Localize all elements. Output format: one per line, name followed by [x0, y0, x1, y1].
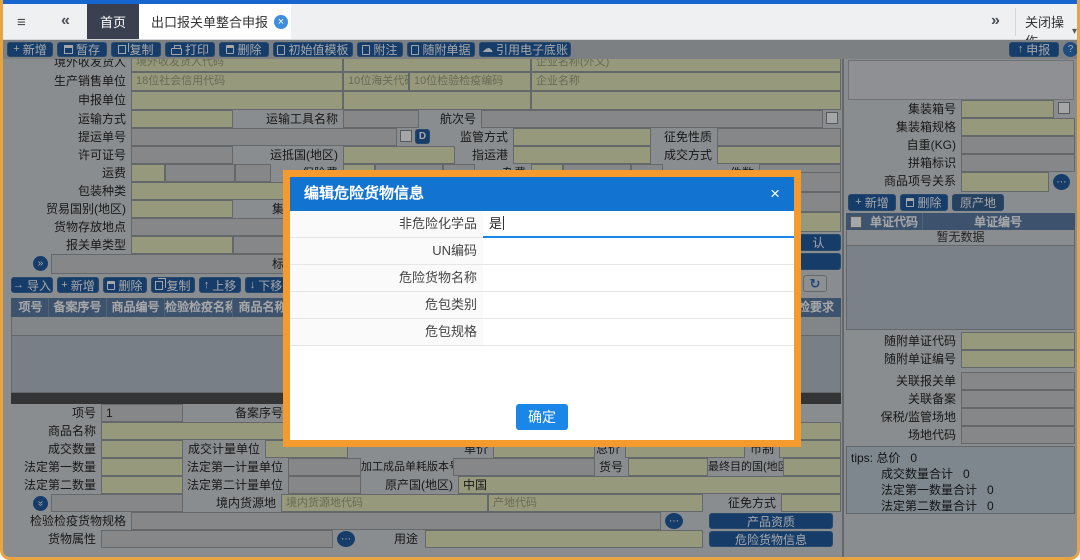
danger-pack-type-label: 危包类别 [290, 292, 483, 319]
tab-home-label: 首页 [100, 12, 126, 31]
tab-home[interactable]: 首页 [87, 4, 139, 39]
chevron-down-icon: ▾ [1072, 26, 1077, 37]
dangerous-goods-dialog: 编辑危险货物信息 × 非危险化学品 是 UN编码 危险货物名称 危包类别 危包规… [283, 170, 801, 447]
tab-bar: ≡ « 首页 出口报关单整合申报 × » 关闭操作 ▾ [3, 4, 1077, 40]
confirm-button[interactable]: 确定 [516, 404, 568, 430]
un-code-input[interactable] [483, 238, 794, 265]
tabbar-divider [1015, 8, 1016, 36]
scroll-tabs-left-icon[interactable]: « [61, 13, 70, 29]
danger-pack-spec-label: 危包规格 [290, 319, 483, 346]
text-caret [503, 216, 504, 230]
tab-close-icon[interactable]: × [274, 15, 288, 29]
danger-pack-spec-input[interactable] [483, 319, 794, 346]
danger-pack-type-input[interactable] [483, 292, 794, 319]
menu-icon[interactable]: ≡ [17, 15, 26, 30]
danger-name-input[interactable] [483, 265, 794, 292]
dialog-titlebar[interactable]: 编辑危险货物信息 × [290, 177, 794, 211]
danger-name-label: 危险货物名称 [290, 265, 483, 292]
non-dangerous-input[interactable]: 是 [483, 211, 794, 238]
tab-declaration-label: 出口报关单整合申报 [151, 12, 268, 31]
non-dangerous-label: 非危险化学品 [290, 211, 483, 238]
dialog-title: 编辑危险货物信息 [290, 177, 794, 211]
app-window: ≡ « 首页 出口报关单整合申报 × » 关闭操作 ▾ +新增 暂存 复制 打印… [0, 0, 1080, 560]
scroll-tabs-right-icon[interactable]: » [991, 13, 1000, 29]
un-code-label: UN编码 [290, 238, 483, 265]
dialog-close-icon[interactable]: × [770, 177, 780, 211]
confirm-label: 确定 [528, 407, 556, 427]
tab-declaration[interactable]: 出口报关单整合申报 × [139, 4, 291, 39]
